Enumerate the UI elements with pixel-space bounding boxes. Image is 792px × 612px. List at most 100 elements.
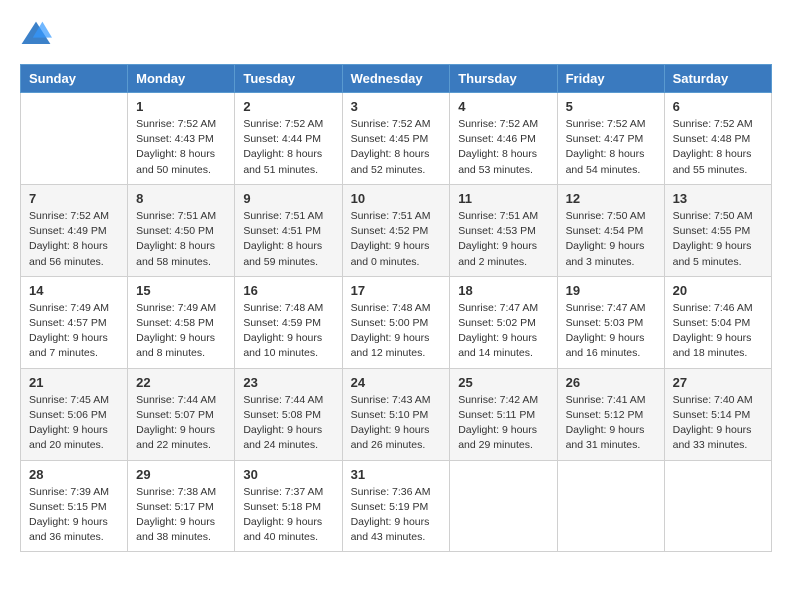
day-number: 6 — [673, 99, 763, 114]
day-info: Sunrise: 7:41 AMSunset: 5:12 PMDaylight:… — [566, 393, 656, 454]
calendar-cell: 9 Sunrise: 7:51 AMSunset: 4:51 PMDaylight… — [235, 184, 342, 276]
day-number: 7 — [29, 191, 119, 206]
calendar-cell: 11 Sunrise: 7:51 AMSunset: 4:53 PMDayligh… — [450, 184, 557, 276]
calendar-cell — [664, 460, 771, 552]
day-info: Sunrise: 7:42 AMSunset: 5:11 PMDaylight:… — [458, 393, 548, 454]
day-info: Sunrise: 7:48 AMSunset: 4:59 PMDaylight:… — [243, 301, 333, 362]
calendar-cell: 7 Sunrise: 7:52 AMSunset: 4:49 PMDaylight… — [21, 184, 128, 276]
calendar: SundayMondayTuesdayWednesdayThursdayFrid… — [20, 64, 772, 552]
day-number: 3 — [351, 99, 442, 114]
day-number: 17 — [351, 283, 442, 298]
day-number: 19 — [566, 283, 656, 298]
day-number: 15 — [136, 283, 226, 298]
calendar-cell: 20 Sunrise: 7:46 AMSunset: 5:04 PMDayligh… — [664, 276, 771, 368]
day-info: Sunrise: 7:48 AMSunset: 5:00 PMDaylight:… — [351, 301, 442, 362]
day-info: Sunrise: 7:46 AMSunset: 5:04 PMDaylight:… — [673, 301, 763, 362]
day-info: Sunrise: 7:50 AMSunset: 4:55 PMDaylight:… — [673, 209, 763, 270]
day-number: 12 — [566, 191, 656, 206]
calendar-cell: 26 Sunrise: 7:41 AMSunset: 5:12 PMDayligh… — [557, 368, 664, 460]
day-info: Sunrise: 7:49 AMSunset: 4:58 PMDaylight:… — [136, 301, 226, 362]
day-info: Sunrise: 7:52 AMSunset: 4:49 PMDaylight:… — [29, 209, 119, 270]
day-info: Sunrise: 7:52 AMSunset: 4:45 PMDaylight:… — [351, 117, 442, 178]
calendar-cell: 14 Sunrise: 7:49 AMSunset: 4:57 PMDayligh… — [21, 276, 128, 368]
day-info: Sunrise: 7:44 AMSunset: 5:08 PMDaylight:… — [243, 393, 333, 454]
day-number: 1 — [136, 99, 226, 114]
calendar-header-wednesday: Wednesday — [342, 65, 450, 93]
calendar-cell: 4 Sunrise: 7:52 AMSunset: 4:46 PMDaylight… — [450, 93, 557, 185]
day-info: Sunrise: 7:52 AMSunset: 4:44 PMDaylight:… — [243, 117, 333, 178]
day-info: Sunrise: 7:43 AMSunset: 5:10 PMDaylight:… — [351, 393, 442, 454]
calendar-header-sunday: Sunday — [21, 65, 128, 93]
calendar-cell: 5 Sunrise: 7:52 AMSunset: 4:47 PMDaylight… — [557, 93, 664, 185]
day-info: Sunrise: 7:40 AMSunset: 5:14 PMDaylight:… — [673, 393, 763, 454]
day-info: Sunrise: 7:39 AMSunset: 5:15 PMDaylight:… — [29, 485, 119, 546]
week-row-5: 28 Sunrise: 7:39 AMSunset: 5:15 PMDayligh… — [21, 460, 772, 552]
day-number: 2 — [243, 99, 333, 114]
week-row-2: 7 Sunrise: 7:52 AMSunset: 4:49 PMDaylight… — [21, 184, 772, 276]
calendar-cell: 10 Sunrise: 7:51 AMSunset: 4:52 PMDayligh… — [342, 184, 450, 276]
calendar-header-thursday: Thursday — [450, 65, 557, 93]
calendar-cell: 28 Sunrise: 7:39 AMSunset: 5:15 PMDayligh… — [21, 460, 128, 552]
calendar-header-friday: Friday — [557, 65, 664, 93]
day-number: 9 — [243, 191, 333, 206]
day-info: Sunrise: 7:52 AMSunset: 4:47 PMDaylight:… — [566, 117, 656, 178]
calendar-cell: 12 Sunrise: 7:50 AMSunset: 4:54 PMDayligh… — [557, 184, 664, 276]
day-info: Sunrise: 7:52 AMSunset: 4:46 PMDaylight:… — [458, 117, 548, 178]
calendar-header-monday: Monday — [128, 65, 235, 93]
day-info: Sunrise: 7:52 AMSunset: 4:48 PMDaylight:… — [673, 117, 763, 178]
calendar-cell: 25 Sunrise: 7:42 AMSunset: 5:11 PMDayligh… — [450, 368, 557, 460]
calendar-cell — [557, 460, 664, 552]
calendar-header-tuesday: Tuesday — [235, 65, 342, 93]
day-number: 8 — [136, 191, 226, 206]
calendar-cell: 17 Sunrise: 7:48 AMSunset: 5:00 PMDayligh… — [342, 276, 450, 368]
calendar-cell: 19 Sunrise: 7:47 AMSunset: 5:03 PMDayligh… — [557, 276, 664, 368]
calendar-cell: 8Sunrise: 7:51 AMSunset: 4:50 PMDaylight… — [128, 184, 235, 276]
calendar-cell: 3 Sunrise: 7:52 AMSunset: 4:45 PMDaylight… — [342, 93, 450, 185]
day-info: Sunrise: 7:50 AMSunset: 4:54 PMDaylight:… — [566, 209, 656, 270]
day-number: 10 — [351, 191, 442, 206]
day-info: Sunrise: 7:51 AMSunset: 4:51 PMDaylight:… — [243, 209, 333, 270]
day-info: Sunrise: 7:37 AMSunset: 5:18 PMDaylight:… — [243, 485, 333, 546]
day-number: 28 — [29, 467, 119, 482]
day-number: 11 — [458, 191, 548, 206]
day-number: 25 — [458, 375, 548, 390]
calendar-cell: 29 Sunrise: 7:38 AMSunset: 5:17 PMDayligh… — [128, 460, 235, 552]
day-number: 14 — [29, 283, 119, 298]
calendar-cell: 30Sunrise: 7:37 AMSunset: 5:18 PMDayligh… — [235, 460, 342, 552]
calendar-header-row: SundayMondayTuesdayWednesdayThursdayFrid… — [21, 65, 772, 93]
day-info: Sunrise: 7:49 AMSunset: 4:57 PMDaylight:… — [29, 301, 119, 362]
day-number: 31 — [351, 467, 442, 482]
day-number: 27 — [673, 375, 763, 390]
day-number: 16 — [243, 283, 333, 298]
day-number: 23 — [243, 375, 333, 390]
calendar-cell: 15 Sunrise: 7:49 AMSunset: 4:58 PMDayligh… — [128, 276, 235, 368]
day-number: 5 — [566, 99, 656, 114]
day-info: Sunrise: 7:51 AMSunset: 4:53 PMDaylight:… — [458, 209, 548, 270]
calendar-cell: 21Sunrise: 7:45 AMSunset: 5:06 PMDayligh… — [21, 368, 128, 460]
day-number: 4 — [458, 99, 548, 114]
logo — [20, 20, 56, 48]
day-number: 24 — [351, 375, 442, 390]
calendar-header-saturday: Saturday — [664, 65, 771, 93]
day-info: Sunrise: 7:47 AMSunset: 5:03 PMDaylight:… — [566, 301, 656, 362]
day-info: Sunrise: 7:52 AMSunset: 4:43 PMDaylight:… — [136, 117, 226, 178]
week-row-4: 21Sunrise: 7:45 AMSunset: 5:06 PMDayligh… — [21, 368, 772, 460]
day-number: 18 — [458, 283, 548, 298]
day-info: Sunrise: 7:38 AMSunset: 5:17 PMDaylight:… — [136, 485, 226, 546]
calendar-cell: 13Sunrise: 7:50 AMSunset: 4:55 PMDayligh… — [664, 184, 771, 276]
week-row-1: 1 Sunrise: 7:52 AMSunset: 4:43 PMDaylight… — [21, 93, 772, 185]
day-info: Sunrise: 7:44 AMSunset: 5:07 PMDaylight:… — [136, 393, 226, 454]
day-info: Sunrise: 7:36 AMSunset: 5:19 PMDaylight:… — [351, 485, 442, 546]
calendar-cell: 23 Sunrise: 7:44 AMSunset: 5:08 PMDayligh… — [235, 368, 342, 460]
calendar-cell — [21, 93, 128, 185]
calendar-cell: 1 Sunrise: 7:52 AMSunset: 4:43 PMDaylight… — [128, 93, 235, 185]
calendar-cell: 6 Sunrise: 7:52 AMSunset: 4:48 PMDaylight… — [664, 93, 771, 185]
day-number: 22 — [136, 375, 226, 390]
day-number: 20 — [673, 283, 763, 298]
day-info: Sunrise: 7:51 AMSunset: 4:52 PMDaylight:… — [351, 209, 442, 270]
calendar-cell: 18Sunrise: 7:47 AMSunset: 5:02 PMDayligh… — [450, 276, 557, 368]
day-number: 29 — [136, 467, 226, 482]
week-row-3: 14 Sunrise: 7:49 AMSunset: 4:57 PMDayligh… — [21, 276, 772, 368]
page-header — [20, 20, 772, 48]
day-number: 26 — [566, 375, 656, 390]
